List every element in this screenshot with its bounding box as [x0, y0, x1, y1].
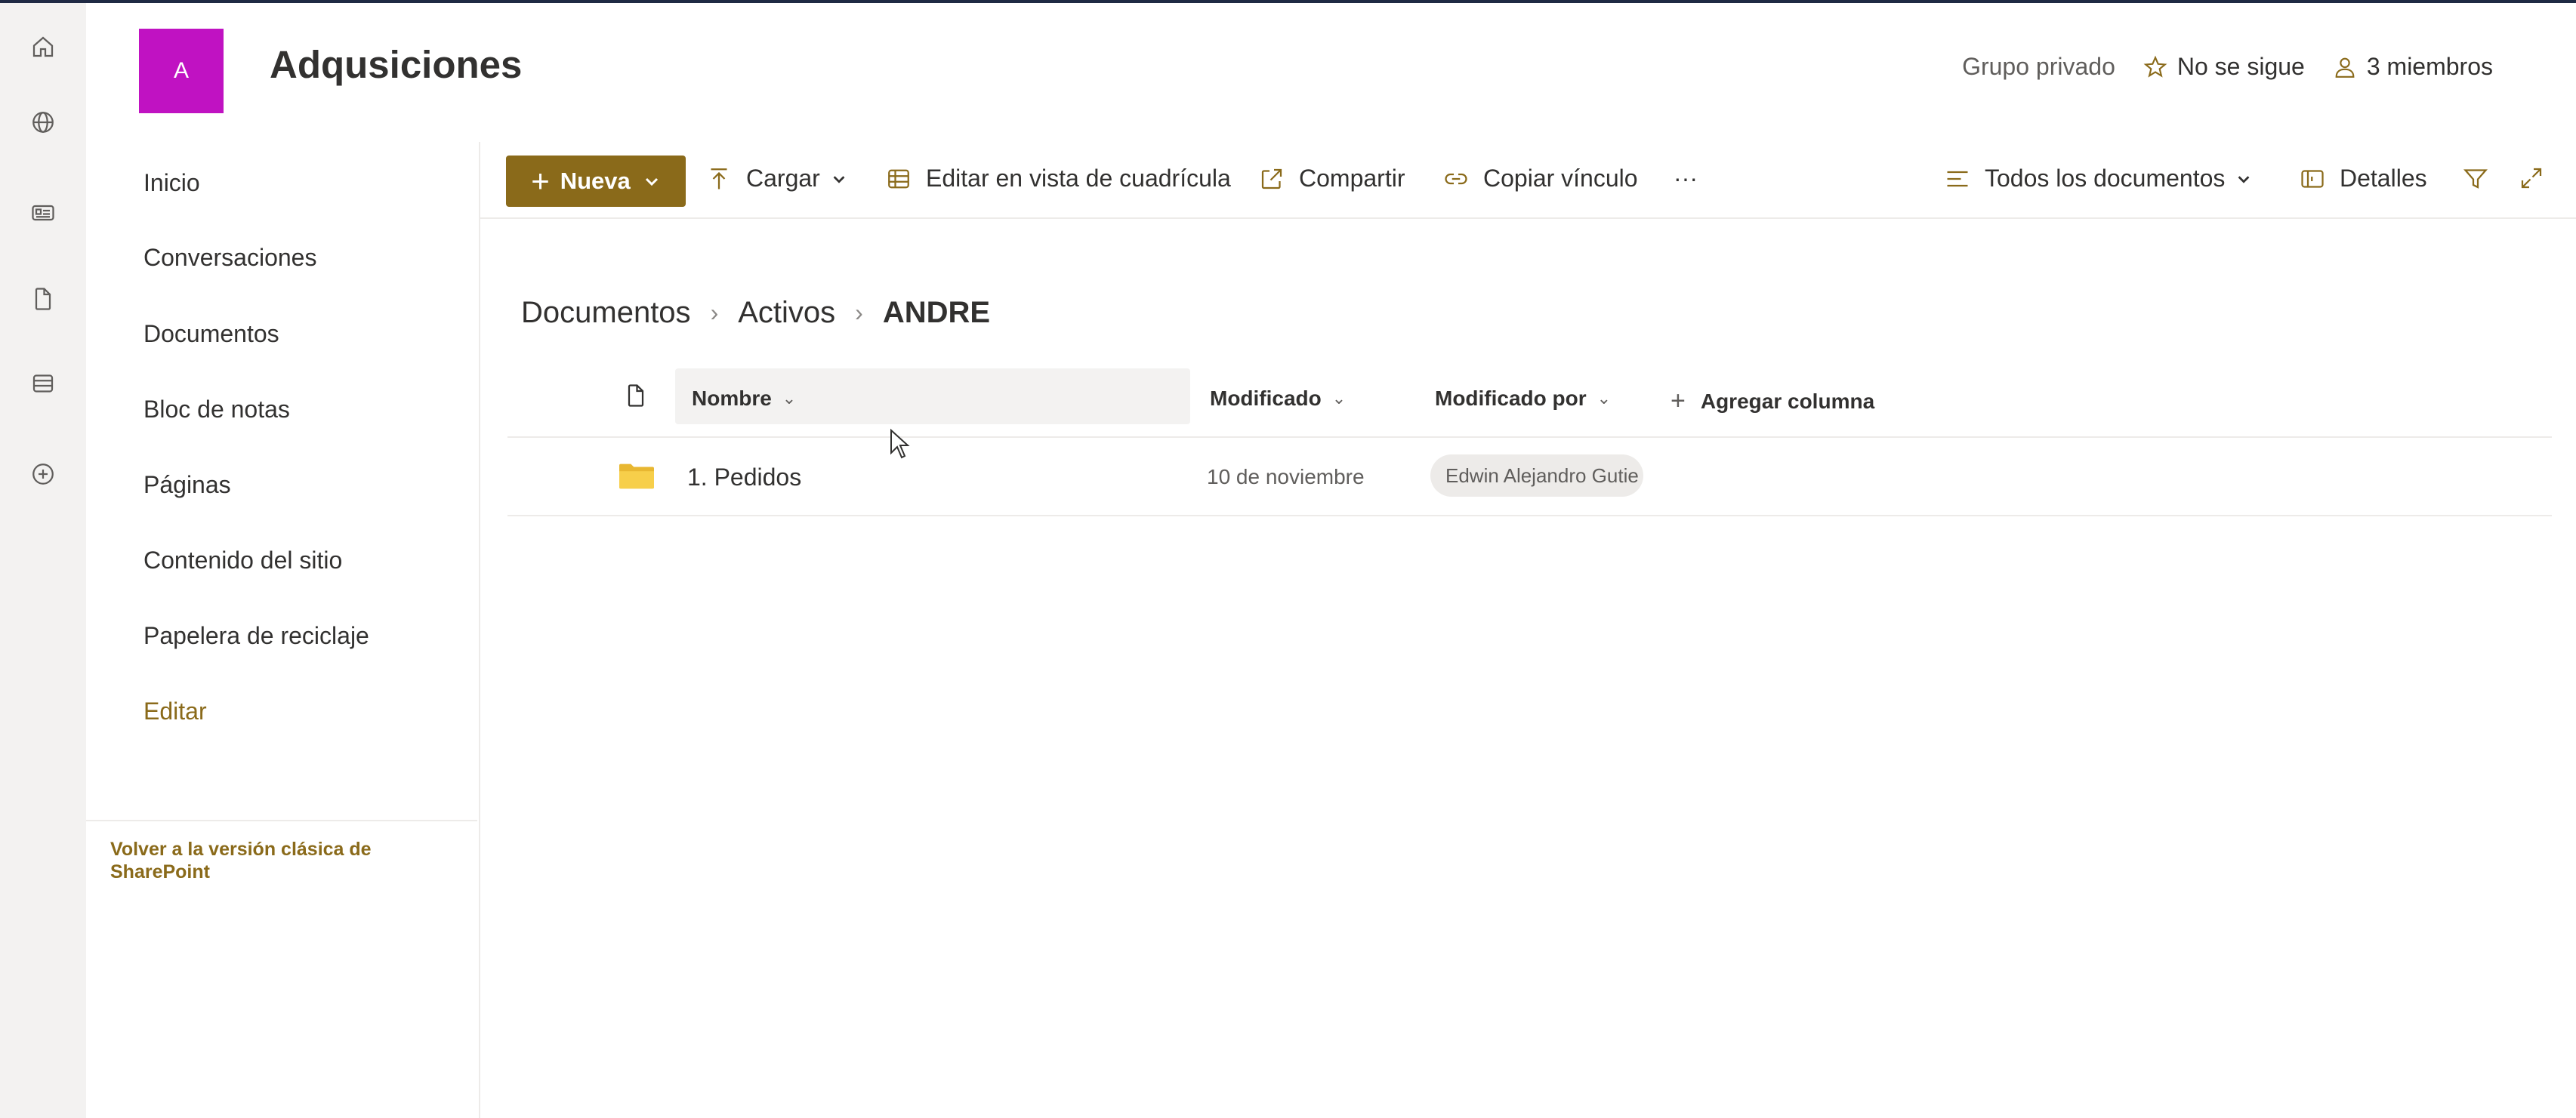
classic-sharepoint-link[interactable]: Volver a la versión clásica de SharePoin… [110, 838, 397, 883]
details-pane-icon [2301, 169, 2324, 188]
share-icon [1261, 168, 1282, 189]
follow-button[interactable]: No se sigue [2143, 53, 2305, 81]
nav-item-bloc-de-notas[interactable]: Bloc de notas [143, 396, 290, 423]
command-bar: + Nueva Cargar Editar en vista de cuadrí… [479, 142, 2576, 219]
news-icon[interactable] [28, 198, 58, 228]
left-nav: Inicio Conversaciones Documentos Bloc de… [86, 142, 480, 1118]
list-icon[interactable] [28, 368, 58, 399]
nav-item-contenido-del-sitio[interactable]: Contenido del sitio [143, 547, 342, 574]
site-header-actions: Grupo privado No se sigue 3 miembros [1935, 53, 2493, 81]
more-button[interactable]: ··· [1674, 165, 1698, 192]
breadcrumb-separator: › [710, 299, 719, 326]
grid-edit-label: Editar en vista de cuadrícula [926, 165, 1231, 192]
upload-button[interactable]: Cargar [705, 165, 847, 192]
chevron-down-icon [2238, 175, 2250, 183]
expand-icon [2521, 168, 2542, 189]
new-button[interactable]: + Nueva [506, 156, 686, 207]
nav-item-papelera[interactable]: Papelera de reciclaje [143, 622, 369, 650]
breadcrumb-current: ANDRE [882, 296, 991, 329]
site-logo[interactable]: A [139, 29, 224, 113]
upload-icon [711, 168, 727, 189]
members-label: 3 miembros [2366, 53, 2493, 80]
star-icon [2143, 55, 2167, 78]
copy-link-label: Copiar vínculo [1483, 165, 1638, 192]
filter-button[interactable] [2462, 165, 2503, 192]
add-icon[interactable] [28, 459, 58, 489]
nav-edit-link[interactable]: Editar [143, 698, 207, 725]
link-icon [1445, 173, 1467, 184]
nav-item-conversaciones[interactable]: Conversaciones [143, 244, 316, 272]
mouse-cursor-icon [890, 429, 910, 459]
details-label: Detalles [2340, 165, 2427, 192]
home-icon[interactable] [28, 32, 58, 62]
nav-divider [86, 820, 477, 821]
follow-label: No se sigue [2176, 53, 2305, 80]
grid-edit-button[interactable]: Editar en vista de cuadrícula [885, 165, 1231, 192]
view-selector[interactable]: Todos los documentos [1944, 165, 2252, 192]
person-icon [2335, 57, 2355, 78]
app-rail [0, 3, 86, 1118]
nav-item-documentos[interactable]: Documentos [143, 320, 279, 348]
chevron-down-icon: ⌄ [1331, 389, 1347, 408]
chevron-down-icon [645, 177, 658, 186]
top-border [0, 0, 2576, 3]
chevron-down-icon [833, 175, 845, 183]
column-header-modified-by[interactable]: Modificado por ⌄ [1435, 387, 1611, 411]
column-header-modified[interactable]: Modificado ⌄ [1210, 387, 1346, 411]
expand-button[interactable] [2518, 165, 2559, 192]
more-icon: ··· [1674, 165, 1698, 192]
row-modified-date: 10 de noviembre [1207, 465, 1365, 488]
privacy-label: Grupo privado [1962, 53, 2115, 80]
new-label: Nueva [560, 168, 631, 194]
view-lines-icon [1947, 171, 1968, 186]
site-title[interactable]: Adqusiciones [270, 42, 522, 87]
breadcrumb-separator: › [855, 299, 863, 326]
grid-icon [888, 169, 909, 188]
table-row[interactable]: 1. Pedidos 10 de noviembre Edwin Alejand… [507, 438, 2552, 516]
share-label: Compartir [1299, 165, 1405, 192]
plus-icon: + [531, 163, 550, 199]
site-logo-letter: A [173, 58, 189, 83]
folder-icon [619, 464, 654, 489]
list-header: Nombre ⌄ Modificado ⌄ Modificado por ⌄ + Ag… [507, 368, 2552, 438]
nav-item-inicio[interactable]: Inicio [143, 169, 200, 197]
nav-item-paginas[interactable]: Páginas [143, 471, 231, 499]
column-header-name[interactable]: Nombre ⌄ [692, 387, 796, 411]
row-modified-by-persona[interactable]: Edwin Alejandro Gutie [1430, 454, 1643, 497]
add-column-button[interactable]: + Agregar columna [1671, 387, 1874, 416]
filter-icon [2463, 169, 2488, 189]
plus-icon: + [1671, 387, 1686, 415]
file-type-icon[interactable] [622, 380, 649, 411]
chevron-down-icon: ⌄ [782, 389, 797, 408]
file-icon[interactable] [28, 284, 58, 314]
view-label: Todos los documentos [1985, 165, 2226, 192]
row-name-link[interactable]: 1. Pedidos [687, 464, 801, 491]
breadcrumb: Documentos › Activos › ANDRE [521, 296, 990, 330]
copy-link-button[interactable]: Copiar vínculo [1442, 165, 1638, 192]
share-button[interactable]: Compartir [1258, 165, 1405, 192]
breadcrumb-item[interactable]: Activos [738, 296, 835, 330]
globe-icon[interactable] [28, 107, 58, 137]
upload-label: Cargar [746, 165, 820, 192]
members-button[interactable]: 3 miembros [2332, 53, 2493, 81]
details-button[interactable]: Detalles [2299, 165, 2427, 192]
chevron-down-icon: ⌄ [1597, 389, 1612, 408]
breadcrumb-item[interactable]: Documentos [521, 296, 691, 330]
